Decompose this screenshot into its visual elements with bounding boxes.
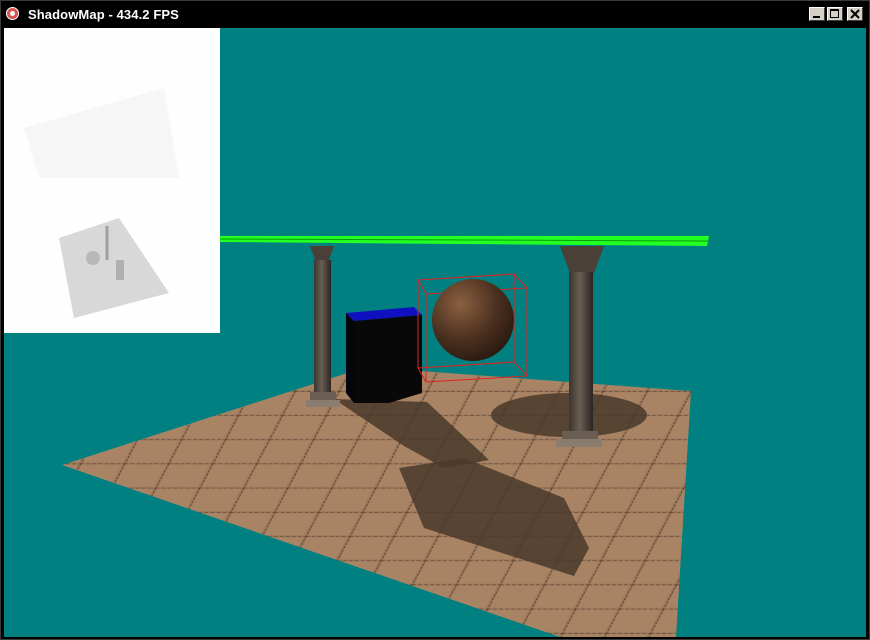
- 3d-viewport[interactable]: [4, 28, 866, 637]
- blue-box: [346, 307, 422, 403]
- shadowmap-preview-canvas: [24, 88, 179, 318]
- window-title: ShadowMap - 434.2 FPS: [28, 7, 179, 22]
- shadowmap-preview: [4, 28, 220, 333]
- close-icon: [850, 9, 860, 19]
- app-icon[interactable]: [6, 7, 19, 20]
- application-window: ShadowMap - 434.2 FPS: [0, 0, 870, 640]
- minimize-icon: [813, 16, 820, 18]
- minimize-button[interactable]: [809, 7, 825, 21]
- sphere: [432, 279, 514, 361]
- close-button[interactable]: [847, 7, 863, 21]
- title-bar[interactable]: ShadowMap - 434.2 FPS: [1, 1, 869, 27]
- maximize-icon: [830, 9, 839, 18]
- maximize-button[interactable]: [827, 7, 843, 21]
